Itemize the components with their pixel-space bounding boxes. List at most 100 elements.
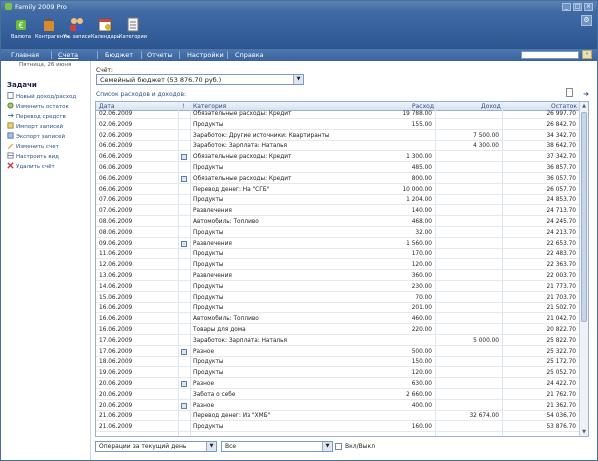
export-arrow-icon[interactable]: ➜ — [583, 90, 589, 98]
cell-category: Перевод денег: На "СГБ" — [193, 186, 270, 193]
task-customize-view[interactable]: Настроить вид — [7, 152, 59, 160]
note-icon[interactable] — [181, 175, 187, 182]
cell-category: Развлечения — [193, 273, 232, 279]
vertical-scrollbar[interactable]: ▲ ▼ — [579, 102, 588, 436]
column-category[interactable]: Категория — [193, 103, 226, 110]
table-row[interactable]: 02.06.2009 Продукты 155.00 26 842.70 — [96, 122, 580, 130]
table-row[interactable]: 16.06.2009 Товары для дома 220.00 20 822.70 — [96, 327, 580, 336]
minimize-button[interactable]: _ — [562, 3, 571, 11]
table-row[interactable]: 08.06.2009 Автомобиль: Топливо 468.00 24 24… — [96, 219, 580, 228]
toolbar-categories-button[interactable]: Категории — [119, 16, 147, 40]
table-row[interactable]: 19.06.2009 Продукты 120.00 25 052.70 — [96, 370, 580, 379]
table-row[interactable]: 14.06.2009 Продукты 230.00 21 773.70 — [96, 284, 580, 292]
cell-category: Обязательные расходы: Кредит — [193, 111, 292, 117]
settings-icon[interactable]: ⚙ — [581, 15, 592, 26]
table-row[interactable]: 20.06.2009 Разное 630.00 24 422.70 — [96, 381, 580, 390]
note-icon[interactable] — [181, 402, 187, 409]
cell-date: 11.06.2009 — [99, 251, 133, 258]
toolbar-counterparties-button[interactable]: Контрагенты — [35, 16, 70, 40]
note-icon[interactable] — [181, 154, 187, 161]
task-change-balance[interactable]: Изменить остаток — [7, 102, 69, 110]
cell-balance: 22 483.70 — [546, 251, 576, 258]
table-row[interactable]: 21.06.2009 Продукты 160.00 53 876.70 — [96, 424, 580, 433]
table-row[interactable]: 11.06.2009 Продукты 170.00 22 483.70 — [96, 251, 580, 260]
cell-date: 13.06.2009 — [99, 273, 133, 279]
close-button[interactable]: × — [584, 3, 593, 11]
task-export[interactable]: Экспорт записей — [7, 132, 65, 140]
search-button[interactable]: » — [582, 50, 592, 59]
menu-settings[interactable]: Настройки — [187, 51, 224, 59]
cell-expense: 500.00 — [411, 348, 432, 355]
table-row[interactable]: 06.06.2009 Заработок: Зарплата: Наталья 4 … — [96, 143, 580, 152]
table-row[interactable]: 16.06.2009 Продукты 201.00 21 502.70 — [96, 305, 580, 314]
cell-balance: 22 003.70 — [546, 273, 576, 279]
task-edit-account[interactable]: Изменить счет — [7, 142, 59, 150]
table-row[interactable]: 09.06.2009 Развлечения 1 560.00 22 653.70 — [96, 240, 580, 249]
table-row[interactable]: 16.06.2009 Автомобиль: Топливо 460.00 21 04… — [96, 316, 580, 325]
toolbar-accounts-button[interactable]: Уч. записи — [63, 16, 91, 40]
toggle-checkbox[interactable] — [335, 443, 342, 450]
menu-accounts[interactable]: Счета — [58, 51, 78, 59]
table-row[interactable]: 17.06.2009 Заработок: Зарплата: Наталья 5 … — [96, 338, 580, 346]
users-icon — [70, 18, 84, 31]
table-row[interactable]: 06.06.2009 Обязательные расходы: Кредит 1 … — [96, 154, 580, 163]
table-row[interactable]: 20.06.2009 Разное 400.00 21 362.70 — [96, 402, 580, 411]
table-row[interactable]: 21.06.2009 Перевод денег: Из "ХМБ" 32 674.… — [96, 413, 580, 422]
cell-date: 09.06.2009 — [99, 240, 133, 247]
table-row[interactable]: 06.06.2009 Продукты 485.00 36 857.70 — [96, 165, 580, 174]
table-row[interactable]: 13.06.2009 Развлечения 360.00 22 003.70 — [96, 273, 580, 282]
maximize-button[interactable]: □ — [573, 3, 582, 11]
task-import[interactable]: Импорт записей — [7, 122, 63, 130]
filter-select[interactable]: Все ▼ — [221, 441, 333, 452]
menu-budget[interactable]: Бюджет — [105, 51, 133, 59]
table-row[interactable]: 07.06.2009 Развлечения 140.00 24 713.70 — [96, 208, 580, 217]
table-row[interactable]: 06.06.2009 Обязательные расходы: Кредит 80… — [96, 175, 580, 184]
cell-balance: 26 997.70 — [546, 111, 576, 117]
scroll-down-icon[interactable]: ▼ — [580, 428, 588, 436]
note-icon[interactable] — [181, 348, 187, 355]
export-icon — [7, 132, 14, 139]
toolbar-calendar-button[interactable]: Календарь — [91, 16, 120, 40]
cell-category: Разное — [193, 381, 215, 387]
scroll-thumb[interactable] — [581, 112, 587, 322]
column-balance[interactable]: Остаток — [551, 103, 577, 110]
column-note[interactable]: ! — [182, 103, 184, 110]
table-row[interactable]: 06.06.2009 Перевод денег: На "СГБ" 10 000.… — [96, 187, 580, 195]
table-row[interactable]: 02.06.2009 Заработок: Другие источники: К… — [96, 133, 580, 141]
note-icon[interactable] — [181, 240, 187, 247]
search-input[interactable] — [521, 51, 579, 59]
table-row[interactable]: 18.06.2009 Продукты 150.00 25 172.70 — [96, 359, 580, 368]
task-transfer[interactable]: Перевод средств — [7, 112, 66, 120]
cell-expense: 360.00 — [411, 273, 432, 279]
title-bar: Family 2009 Pro _ □ × — [1, 1, 597, 13]
table-row[interactable]: 20.06.2009 Забота о себе 2 660.00 21 762.70 — [96, 392, 580, 400]
cell-expense: 630.00 — [411, 381, 432, 387]
table-row[interactable]: 17.06.2009 Разное 500.00 25 322.70 — [96, 348, 580, 357]
menu-home[interactable]: Главная — [11, 51, 39, 59]
cell-balance: 25 052.70 — [546, 370, 576, 377]
transfer-icon — [7, 113, 14, 118]
tasks-heading: Задачи — [7, 81, 37, 89]
note-icon[interactable] — [181, 381, 187, 387]
table-row[interactable]: 15.06.2009 Продукты 70.00 21 703.70 — [96, 295, 580, 303]
column-date[interactable]: Дата — [99, 103, 115, 110]
menu-reports[interactable]: Отчеты — [147, 51, 173, 59]
task-delete-account[interactable]: Удалить счёт — [7, 162, 55, 170]
column-expense[interactable]: Расход — [412, 103, 434, 110]
document-icon[interactable] — [566, 88, 573, 97]
table-row[interactable]: 02.06.2009 Обязательные расходы: Кредит 19… — [96, 111, 580, 120]
toolbar-currency-button[interactable]: € Валюта — [7, 16, 35, 40]
chevron-down-icon: ▼ — [206, 442, 216, 451]
period-select[interactable]: Операции за текущий день ▼ — [95, 441, 217, 452]
column-income[interactable]: Доход — [481, 103, 501, 110]
table-row[interactable]: 08.06.2009 Продукты 32.00 24 213.70 — [96, 230, 580, 238]
account-select[interactable]: Семейный бюджет (53 876.70 руб.) ▼ — [96, 74, 304, 85]
table-row[interactable]: 07.06.2009 Продукты 1 204.00 24 853.70 — [96, 197, 580, 206]
task-new-transaction[interactable]: Новый доход/расход — [7, 92, 76, 100]
menu-help[interactable]: Справка — [235, 51, 264, 59]
cell-balance: 38 642.70 — [546, 143, 576, 150]
scroll-up-icon[interactable]: ▲ — [580, 102, 588, 110]
cell-date: 21.06.2009 — [99, 413, 133, 420]
cell-balance: 21 773.70 — [546, 283, 576, 290]
table-row[interactable]: 12.06.2009 Продукты 120.00 22 363.70 — [96, 262, 580, 271]
